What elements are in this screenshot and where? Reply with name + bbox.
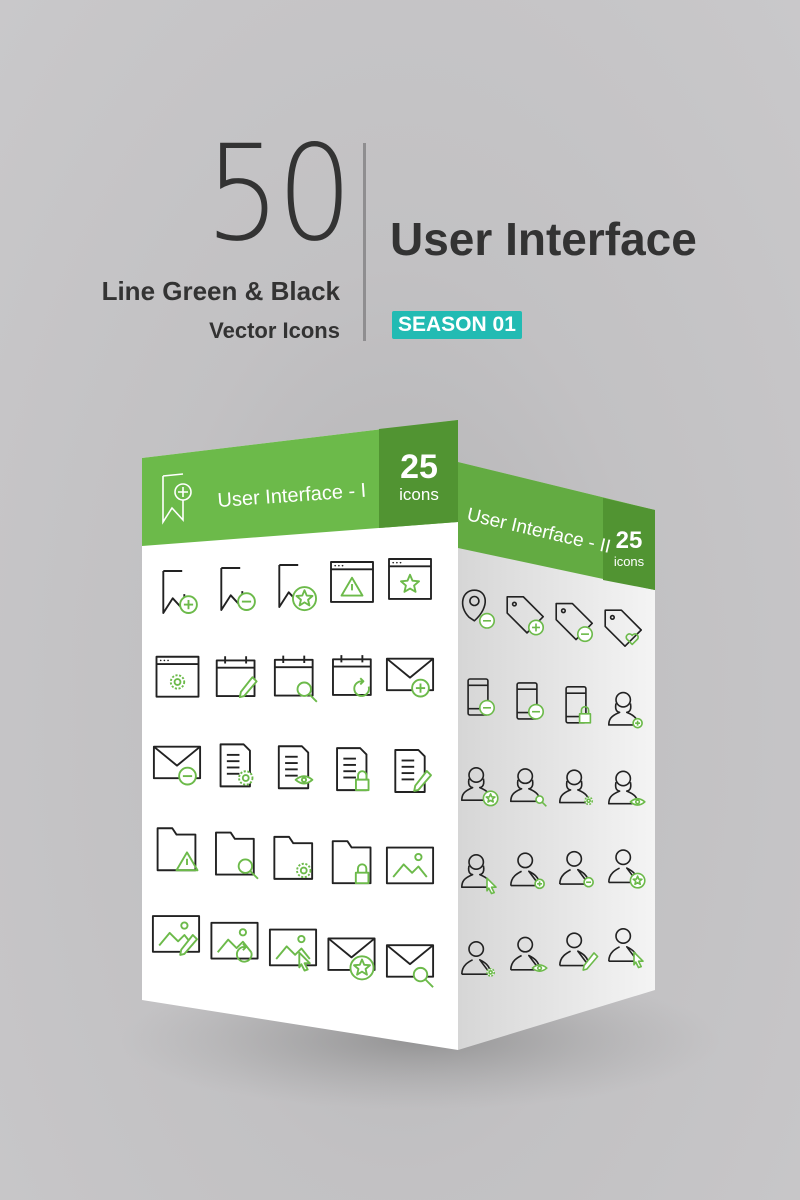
icon-box-illustration: User Interface - II 25 icons User Interf… bbox=[120, 420, 720, 1110]
panel-count-label: icons bbox=[614, 554, 645, 569]
panel-count: 25 bbox=[400, 448, 438, 486]
panel-user-interface-ii: User Interface - II 25 icons bbox=[458, 462, 655, 1050]
panel-count: 25 bbox=[616, 527, 643, 554]
panel-count-label: icons bbox=[399, 485, 439, 504]
panel-user-interface-i: User Interface - I 25 icons bbox=[142, 420, 458, 1050]
